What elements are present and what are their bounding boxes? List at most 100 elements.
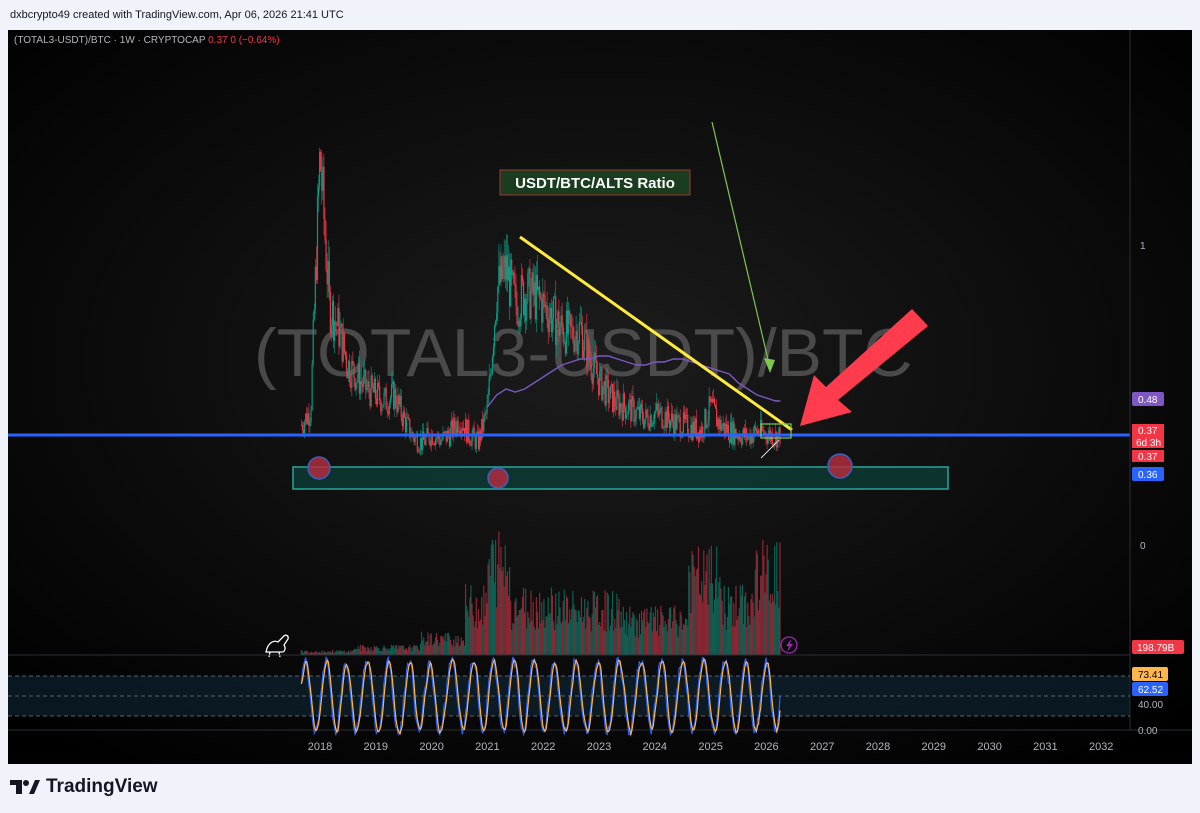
candle-body <box>540 297 542 299</box>
volume-bar <box>364 647 366 655</box>
candle-body <box>717 418 719 427</box>
candle-body <box>693 421 695 435</box>
volume-bar <box>361 644 364 655</box>
ratio-annotation-label: USDT/BTC/ALTS Ratio <box>515 175 675 192</box>
candle-body <box>747 437 749 440</box>
pivot-circle[interactable] <box>827 453 853 479</box>
volume-bar <box>424 645 426 655</box>
candle-body <box>345 355 348 371</box>
volume-bar <box>471 603 473 655</box>
candle-body <box>459 430 461 434</box>
pivot-circle[interactable] <box>487 467 509 489</box>
volume-bar <box>359 644 362 655</box>
volume-bar <box>779 542 781 655</box>
volume-bar <box>659 624 661 655</box>
volume-bar <box>634 636 636 655</box>
volume-bar <box>616 593 618 655</box>
chart-frame[interactable]: (TOTAL3-USDT)/BTC · 1W · CRYPTOCAP 0.37 … <box>8 30 1192 764</box>
candle-body <box>307 412 309 424</box>
price-tick: 1 <box>1140 241 1146 252</box>
candle-body <box>592 367 594 384</box>
candle-body <box>636 409 638 410</box>
candle-body <box>370 375 372 407</box>
volume-bar <box>642 620 644 655</box>
candle-body <box>718 418 720 430</box>
candle-body <box>731 422 733 444</box>
candle-body <box>526 301 528 321</box>
candle-body <box>621 409 623 421</box>
candle-body <box>711 398 713 403</box>
volume-bar <box>503 586 505 655</box>
volume-bar <box>666 631 668 655</box>
time-axis-label: 2023 <box>587 741 611 753</box>
ratio-annotation[interactable]: USDT/BTC/ALTS Ratio <box>499 169 691 196</box>
volume-bar <box>756 553 759 655</box>
candle-body <box>580 322 583 327</box>
volume-bar <box>404 648 407 655</box>
volume-bar <box>310 651 312 655</box>
volume-bar <box>565 595 568 655</box>
volume-bar <box>395 645 397 655</box>
candle-body <box>720 419 722 431</box>
candle-body <box>475 435 477 449</box>
volume-bar <box>506 571 509 655</box>
time-axis-label: 2029 <box>922 741 946 753</box>
candle-body <box>373 378 375 393</box>
candle-body <box>613 391 615 412</box>
volume-bar <box>374 647 377 655</box>
chart-svg[interactable]: (TOTAL3-USDT)/BTC · 1W · CRYPTOCAP 0.37 … <box>8 30 1192 764</box>
volume-bar <box>701 581 703 655</box>
volume-bar <box>678 626 680 655</box>
volume-bar <box>703 550 705 655</box>
volume-bar <box>348 650 350 655</box>
volume-bar <box>630 626 632 655</box>
candle-body <box>524 298 526 316</box>
pivot-circle[interactable] <box>307 456 331 480</box>
candle-body <box>529 268 531 319</box>
volume-bar <box>431 645 433 655</box>
volume-bar <box>650 606 652 655</box>
volume-bar <box>653 616 656 655</box>
candle-body <box>393 381 395 410</box>
candle-body <box>611 384 614 412</box>
volume-bar <box>715 578 717 655</box>
candle-body <box>571 326 573 328</box>
volume-bar <box>728 604 731 655</box>
candle-body <box>588 339 590 359</box>
candle-body <box>364 369 366 376</box>
candle-body <box>541 298 543 323</box>
candle-body <box>722 422 724 427</box>
candle-body <box>645 409 647 420</box>
svg-text:0.37: 0.37 <box>1138 426 1158 437</box>
volume-bar <box>772 601 775 655</box>
volume-bar <box>590 631 592 655</box>
volume-bar <box>500 546 502 655</box>
candle-body <box>649 415 651 431</box>
volume-bar <box>474 621 476 655</box>
candle-body <box>440 440 442 445</box>
volume-bar <box>654 606 657 655</box>
candle-body <box>585 329 587 333</box>
volume-bar <box>372 649 374 655</box>
volume-bar <box>633 614 635 655</box>
volume-bar <box>580 597 583 655</box>
candle-body <box>466 419 468 443</box>
volume-bar <box>689 572 691 655</box>
volume-bar <box>596 594 599 655</box>
volume-bar <box>699 594 702 655</box>
volume-bar <box>576 622 578 655</box>
svg-text:0.37: 0.37 <box>1138 452 1158 463</box>
candle-body <box>350 382 352 388</box>
volume-bar <box>638 613 641 655</box>
candle-body <box>738 436 740 440</box>
time-axis[interactable]: 2018 2019 2020 2021 2022 2023 2024 2025 2026 2027… <box>308 741 1114 753</box>
volume-bar <box>464 584 467 655</box>
price-tick: 0 <box>1140 541 1146 552</box>
candle-body <box>315 266 318 281</box>
volume-bar <box>588 616 590 655</box>
tradingview-logo[interactable]: TradingView <box>10 776 158 798</box>
volume-bar <box>764 592 766 655</box>
volume-bar <box>683 625 686 655</box>
volume-bar <box>413 644 415 655</box>
volume-bar <box>521 596 524 655</box>
